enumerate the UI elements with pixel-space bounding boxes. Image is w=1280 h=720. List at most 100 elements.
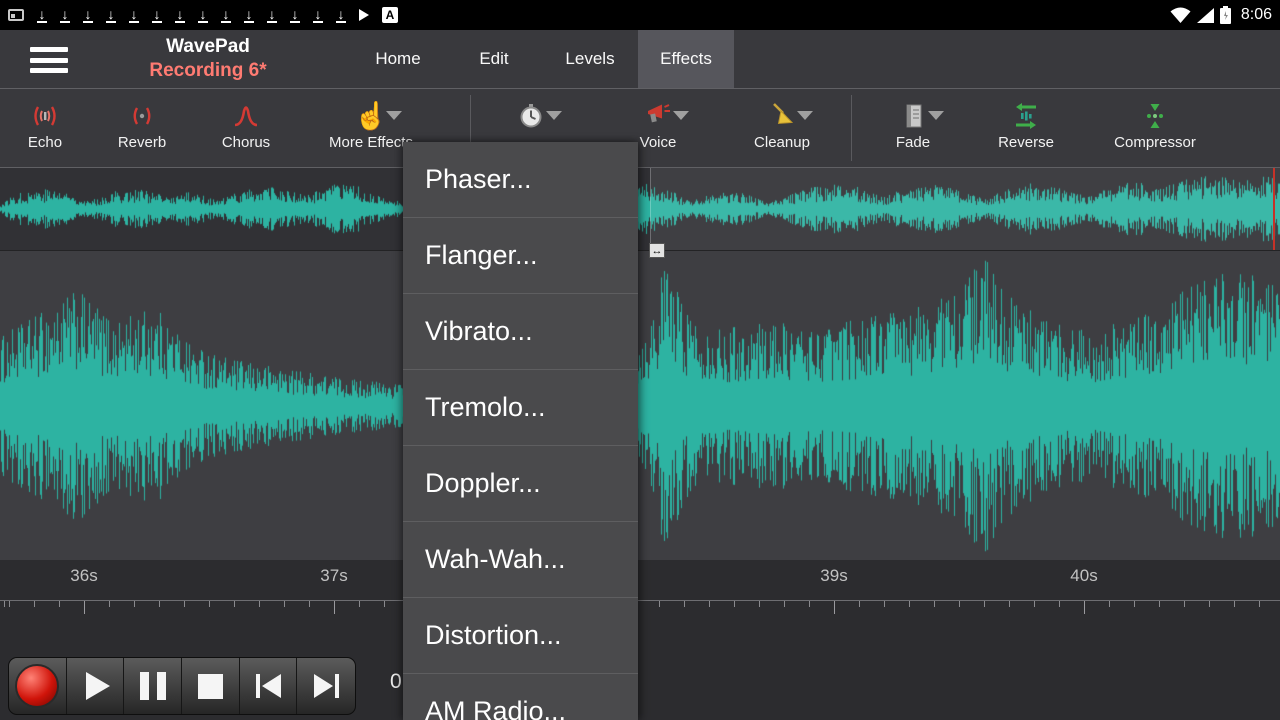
skip-end-icon <box>314 674 339 698</box>
download-icon: ↓ <box>175 8 185 23</box>
echo-button[interactable]: Echo <box>8 89 82 167</box>
wavepad-app: ↓↓↓↓↓↓↓↓↓↓↓↓↓↓ A 8:06 WavePad Recording … <box>0 0 1280 720</box>
chevron-down-icon <box>386 111 402 120</box>
transport-bar <box>8 657 356 715</box>
menu-item-phaser[interactable]: Phaser... <box>403 142 638 218</box>
toolbar-label: More Effects <box>329 134 413 151</box>
download-icon: ↓ <box>106 8 116 23</box>
title-block: WavePad Recording 6* <box>110 35 306 83</box>
chevron-down-icon <box>797 111 813 120</box>
menu-item-vibrato[interactable]: Vibrato... <box>403 294 638 370</box>
menu-item-flanger[interactable]: Flanger... <box>403 218 638 294</box>
download-icon: ↓ <box>83 8 93 23</box>
toolbar-label: Voice <box>640 134 677 151</box>
timeline-label: 37s <box>320 566 347 586</box>
play-icon <box>86 672 110 700</box>
fade-button[interactable]: Fade <box>878 89 948 167</box>
status-bar: ↓↓↓↓↓↓↓↓↓↓↓↓↓↓ A 8:06 <box>0 0 1280 30</box>
reverse-button[interactable]: Reverse <box>982 89 1070 167</box>
echo-icon <box>30 98 60 134</box>
main-waveform[interactable] <box>0 250 1280 560</box>
menu-item-wah-wah[interactable]: Wah-Wah... <box>403 522 638 598</box>
major-tick <box>834 601 835 614</box>
download-icon: ↓ <box>129 8 139 23</box>
selection-resize-handle-icon[interactable]: ↔ <box>649 243 665 258</box>
chevron-down-icon <box>673 111 689 120</box>
wifi-icon <box>1170 7 1191 24</box>
more-effects-menu: Phaser... Flanger... Vibrato... Tremolo.… <box>403 142 638 720</box>
pause-button[interactable] <box>124 658 182 714</box>
status-right-icons: 8:06 <box>1170 6 1272 24</box>
menu-item-doppler[interactable]: Doppler... <box>403 446 638 522</box>
ribbon-tabs: Home Edit Levels Effects <box>350 30 734 88</box>
overview-selection[interactable] <box>650 168 1280 250</box>
stop-button[interactable] <box>182 658 240 714</box>
reverse-icon <box>1011 98 1041 134</box>
menu-item-am-radio[interactable]: AM Radio... <box>403 674 638 720</box>
compressor-button[interactable]: Compressor <box>1103 89 1207 167</box>
tab-effects[interactable]: Effects <box>638 30 734 88</box>
menu-item-distortion[interactable]: Distortion... <box>403 598 638 674</box>
megaphone-icon <box>643 98 673 134</box>
clock-time: 8:06 <box>1241 6 1272 24</box>
app-header: WavePad Recording 6* Home Edit Levels Ef… <box>0 30 1280 88</box>
chorus-icon <box>231 98 261 134</box>
fade-icon <box>898 98 928 134</box>
battery-icon <box>1220 6 1231 24</box>
reverb-icon <box>127 98 157 134</box>
toolbar-separator <box>851 95 852 161</box>
play-button[interactable] <box>67 658 125 714</box>
download-icon: ↓ <box>198 8 208 23</box>
overview-waveform[interactable]: ↔ <box>0 168 1280 250</box>
toolbar-label: Echo <box>28 134 62 151</box>
major-tick <box>84 601 85 614</box>
toolbar-label: Compressor <box>1114 134 1196 151</box>
screenshot-icon <box>8 9 24 21</box>
reverb-button[interactable]: Reverb <box>98 89 186 167</box>
download-icon: ↓ <box>37 8 47 23</box>
hand-pointer-icon: ☝ <box>354 98 388 134</box>
toolbar-label: Chorus <box>222 134 270 151</box>
major-tick <box>334 601 335 614</box>
toolbar-label: Cleanup <box>754 134 810 151</box>
playback-cursor <box>1273 168 1275 250</box>
download-icon-group: ↓↓↓↓↓↓↓↓↓↓↓↓↓↓ <box>37 8 346 23</box>
record-button[interactable] <box>9 658 67 714</box>
download-icon: ↓ <box>313 8 323 23</box>
effects-toolbar: Echo Reverb Chorus ☝ <box>0 88 1280 168</box>
cleanup-button[interactable]: Cleanup <box>738 89 826 167</box>
chorus-button[interactable]: Chorus <box>198 89 294 167</box>
skip-end-button[interactable] <box>297 658 355 714</box>
main-waveform-canvas[interactable] <box>0 251 1280 561</box>
chevron-down-icon <box>928 111 944 120</box>
tab-levels[interactable]: Levels <box>542 30 638 88</box>
signal-icon <box>1197 8 1214 23</box>
tab-home[interactable]: Home <box>350 30 446 88</box>
toolbar-label: Reverb <box>118 134 166 151</box>
download-icon: ↓ <box>152 8 162 23</box>
app-title: WavePad <box>110 35 306 59</box>
stopwatch-icon <box>516 98 546 134</box>
toolbar-label: Reverse <box>998 134 1054 151</box>
tab-edit[interactable]: Edit <box>446 30 542 88</box>
broom-icon <box>767 98 797 134</box>
chevron-down-icon <box>546 111 562 120</box>
timeline-label: 36s <box>70 566 97 586</box>
document-title: Recording 6* <box>110 59 306 83</box>
download-icon: ↓ <box>336 8 346 23</box>
timeline-label: 40s <box>1070 566 1097 586</box>
a-badge-icon: A <box>382 7 398 23</box>
pause-icon <box>140 672 166 700</box>
menu-item-tremolo[interactable]: Tremolo... <box>403 370 638 446</box>
compressor-icon <box>1140 98 1170 134</box>
skip-start-button[interactable] <box>240 658 298 714</box>
menu-hamburger-icon[interactable] <box>30 47 70 73</box>
download-icon: ↓ <box>221 8 231 23</box>
skip-start-icon <box>256 674 281 698</box>
media-play-icon <box>359 9 369 21</box>
download-icon: ↓ <box>267 8 277 23</box>
stop-icon <box>198 674 223 699</box>
timeline-label: 39s <box>820 566 847 586</box>
major-tick <box>1084 601 1085 614</box>
toolbar-label: Fade <box>896 134 930 151</box>
